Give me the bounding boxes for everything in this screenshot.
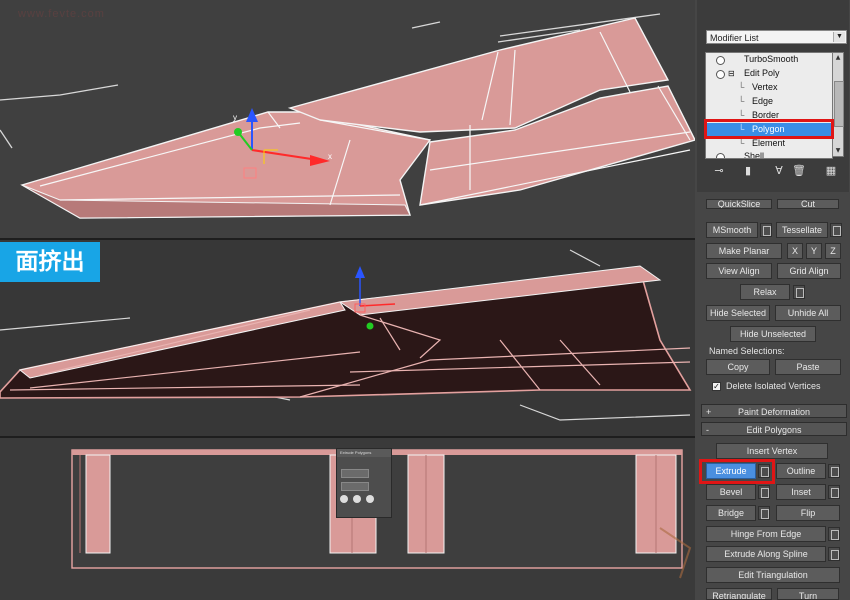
rollout-paint-deformation[interactable]: + Paint Deformation <box>701 404 847 418</box>
caddy-title: Extrude Polygons <box>337 449 391 457</box>
extrusion-height-field[interactable] <box>341 482 369 491</box>
modifier-list-dropdown[interactable]: Modifier List ▼ <box>706 30 847 44</box>
mesh-view-top: x y <box>0 13 695 219</box>
planar-x-button[interactable]: X <box>787 243 803 259</box>
scroll-thumb[interactable] <box>834 81 844 127</box>
extrusion-type-field[interactable] <box>341 469 369 478</box>
cut-button[interactable]: Cut <box>777 199 839 209</box>
stack-item-shell[interactable]: Shell <box>706 150 832 158</box>
hinge-from-edge-button[interactable]: Hinge From Edge <box>706 526 826 542</box>
rollout-title: Paint Deformation <box>737 407 811 417</box>
caddy-cancel-button[interactable] <box>366 495 374 503</box>
collapse-minus-icon: - <box>706 425 709 435</box>
expand-plus-icon: + <box>706 407 712 417</box>
stack-item-edit-poly[interactable]: ⊟ Edit Poly <box>706 67 832 80</box>
insert-vertex-button[interactable]: Insert Vertex <box>716 443 828 459</box>
bevel-button[interactable]: Bevel <box>706 484 756 500</box>
view-align-button[interactable]: View Align <box>706 263 772 279</box>
configure-sets-icon[interactable]: ▦ <box>823 163 839 179</box>
retriangulate-button[interactable]: Retriangulate <box>706 588 772 600</box>
copy-button[interactable]: Copy <box>706 359 770 375</box>
bevel-settings-icon[interactable] <box>758 485 770 499</box>
msmooth-button[interactable]: MSmooth <box>706 222 758 238</box>
outline-settings-icon[interactable] <box>828 464 840 478</box>
inset-button[interactable]: Inset <box>776 484 826 500</box>
remove-modifier-icon[interactable]: 🗑 <box>791 163 807 179</box>
expand-icon[interactable]: ⊟ <box>728 67 735 80</box>
bridge-settings-icon[interactable] <box>758 506 770 520</box>
tessellate-button[interactable]: Tessellate <box>776 222 828 238</box>
bridge-button[interactable]: Bridge <box>706 505 756 521</box>
paste-button[interactable]: Paste <box>775 359 841 375</box>
rollout-title: Edit Polygons <box>746 425 802 435</box>
planar-y-button[interactable]: Y <box>806 243 822 259</box>
hide-selected-button[interactable]: Hide Selected <box>706 305 770 321</box>
outline-button[interactable]: Outline <box>776 463 826 479</box>
stack-item-turbosmooth[interactable]: TurboSmooth <box>706 53 832 66</box>
inset-settings-icon[interactable] <box>828 485 840 499</box>
caption-face-extrude: 面挤出 <box>0 242 100 282</box>
gizmo-y-label: y <box>233 113 237 122</box>
delete-isolated-checkbox[interactable]: ✓ <box>712 382 721 391</box>
make-unique-icon[interactable]: ∀ <box>771 163 787 179</box>
lightbulb-icon[interactable] <box>716 153 725 158</box>
lightbulb-icon[interactable] <box>716 56 725 65</box>
chevron-down-icon[interactable]: ▼ <box>833 32 845 42</box>
relax-button[interactable]: Relax <box>740 284 790 300</box>
modifier-list-label: Modifier List <box>710 33 759 43</box>
scroll-up-icon[interactable]: ▲ <box>834 54 842 62</box>
caddy-ok-button[interactable] <box>340 495 348 503</box>
scroll-down-icon[interactable]: ▼ <box>834 147 842 155</box>
stack-item-vertex[interactable]: └ Vertex <box>706 81 832 94</box>
grid-align-button[interactable]: Grid Align <box>777 263 841 279</box>
hinge-settings-icon[interactable] <box>828 527 840 541</box>
unhide-all-button[interactable]: Unhide All <box>775 305 841 321</box>
show-end-result-icon[interactable]: ▮ <box>740 163 756 179</box>
gizmo-x-label: x <box>328 152 332 161</box>
turn-button[interactable]: Turn <box>777 588 839 600</box>
msmooth-settings-icon[interactable] <box>760 223 772 237</box>
quickslice-button[interactable]: QuickSlice <box>706 199 772 209</box>
pin-stack-icon[interactable]: ⊸ <box>711 163 727 179</box>
relax-settings-icon[interactable] <box>793 285 805 299</box>
modifier-stack-list[interactable]: TurboSmooth ⊟ Edit Poly └ Vertex └ Edge … <box>705 52 833 159</box>
hide-unselected-button[interactable]: Hide Unselected <box>730 326 816 342</box>
planar-z-button[interactable]: Z <box>825 243 841 259</box>
lightbulb-icon[interactable] <box>716 70 725 79</box>
rollout-edit-polygons[interactable]: - Edit Polygons <box>701 422 847 436</box>
highlight-polygon <box>704 119 834 139</box>
watermark: www.fevte.com <box>18 8 105 20</box>
extrude-polygons-caddy[interactable]: Extrude Polygons <box>336 448 392 518</box>
viewport-top[interactable]: x y www.fevte.com <box>0 0 695 240</box>
extrude-spline-settings-icon[interactable] <box>828 547 840 561</box>
stack-scrollbar[interactable]: ▲ ▼ <box>832 52 844 157</box>
make-planar-button[interactable]: Make Planar <box>706 243 782 259</box>
tessellate-settings-icon[interactable] <box>830 223 842 237</box>
stack-item-edge[interactable]: └ Edge <box>706 95 832 108</box>
delete-isolated-label: Delete Isolated Vertices <box>726 381 821 391</box>
caddy-apply-button[interactable] <box>353 495 361 503</box>
edit-triangulation-button[interactable]: Edit Triangulation <box>706 567 840 583</box>
highlight-extrude <box>699 459 775 484</box>
named-selections-label: Named Selections: <box>709 346 785 356</box>
viewport-middle[interactable] <box>0 240 695 438</box>
extrude-along-spline-button[interactable]: Extrude Along Spline <box>706 546 826 562</box>
mesh-view-extruded <box>0 249 692 421</box>
flip-button[interactable]: Flip <box>776 505 840 521</box>
